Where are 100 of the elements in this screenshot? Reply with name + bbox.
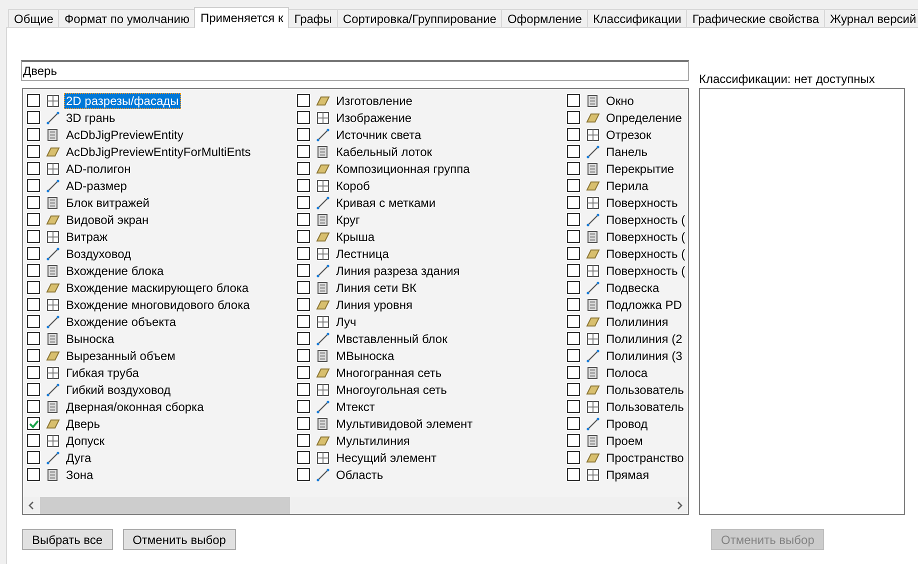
checkbox[interactable] [27,332,40,345]
object-type-label[interactable]: Лестница [334,246,391,262]
checkbox[interactable] [567,162,580,175]
checkbox[interactable] [27,366,40,379]
object-type-label[interactable]: Перекрытие [604,160,676,176]
tab[interactable]: Сортировка/Группирование [336,9,502,27]
checkbox[interactable] [297,281,310,294]
object-type-label[interactable]: Линия разреза здания [334,262,462,278]
object-type-label[interactable]: Многоугольная сеть [334,382,449,398]
object-type-label[interactable]: Многогранная сеть [334,364,444,380]
object-type-label[interactable]: 2D разрезы/фасады [64,92,181,108]
object-type-label[interactable]: Пользователь [604,398,686,414]
checkbox[interactable] [297,94,310,107]
object-type-label[interactable]: Поверхность ( [604,246,688,262]
object-type-label[interactable]: Поверхность [604,194,680,210]
object-type-label[interactable]: Изготовление [334,92,414,108]
object-type-label[interactable]: Круг [334,212,362,228]
object-type-label[interactable]: Изображение [334,110,414,126]
checkbox[interactable] [567,128,580,141]
checkbox[interactable] [297,332,310,345]
checkbox[interactable] [567,94,580,107]
checkbox[interactable] [567,111,580,124]
object-type-label[interactable]: Выноска [64,330,116,346]
object-type-label[interactable]: Прямая [604,466,652,482]
checkbox[interactable] [567,468,580,481]
object-type-label[interactable]: Витраж [64,228,110,244]
checkbox[interactable] [567,400,580,413]
object-type-label[interactable]: Дверь [64,416,102,432]
object-type-label[interactable]: Определение [604,110,684,126]
checkbox[interactable] [27,247,40,260]
object-type-label[interactable]: AD-полигон [64,160,133,176]
object-type-label[interactable]: Допуск [64,432,107,448]
object-type-label[interactable]: Провод [604,416,650,432]
object-type-label[interactable]: Мультивидовой элемент [334,416,475,432]
object-type-label[interactable]: Подвеска [604,280,662,296]
object-type-label[interactable]: Область [334,466,386,482]
button[interactable]: Отменить выбор [122,529,236,550]
checkbox[interactable] [567,451,580,464]
object-type-label[interactable]: Вырезанный объем [64,348,178,364]
object-type-label[interactable]: Поверхность ( [604,262,688,278]
object-type-label[interactable]: Поверхность ( [604,212,688,228]
checkbox[interactable] [567,145,580,158]
object-type-label[interactable]: Вхождение маскирующего блока [64,280,251,296]
checkbox[interactable] [27,145,40,158]
checkbox[interactable] [567,298,580,311]
object-type-label[interactable]: Источник света [334,126,424,142]
object-type-label[interactable]: Окно [604,92,636,108]
checkbox[interactable] [297,366,310,379]
tab[interactable]: Классификации [586,9,688,27]
object-type-label[interactable]: Линия уровня [334,296,414,312]
checkbox[interactable] [567,179,580,192]
object-type-label[interactable]: Вхождение многовидового блока [64,296,252,312]
object-type-label[interactable]: Полилиния (2 [604,330,684,346]
checkbox[interactable] [567,366,580,379]
object-type-label[interactable]: Полилиния (3 [604,348,684,364]
checkbox[interactable] [297,145,310,158]
object-type-label[interactable]: Кривая с метками [334,194,438,210]
checkbox[interactable] [297,196,310,209]
checkbox[interactable] [297,179,310,192]
tab[interactable]: Применяется к [194,7,290,28]
checkbox[interactable] [27,162,40,175]
checkbox[interactable] [27,315,40,328]
object-type-label[interactable]: Зона [64,466,96,482]
tab[interactable]: Формат по умолчанию [58,9,196,27]
object-type-label[interactable]: Отрезок [604,126,654,142]
object-type-label[interactable]: Полилиния [604,314,670,330]
checkbox[interactable] [27,349,40,362]
checkbox[interactable] [27,111,40,124]
checkbox[interactable] [297,247,310,260]
checkbox[interactable] [567,213,580,226]
object-type-label[interactable]: Линия сети ВК [334,280,419,296]
object-type-label[interactable]: Проем [604,432,645,448]
object-type-label[interactable]: Панель [604,144,650,160]
checkbox[interactable] [27,196,40,209]
checkbox[interactable] [27,264,40,277]
checkbox[interactable] [567,281,580,294]
object-type-label[interactable]: Пространство [604,450,686,466]
object-type-label[interactable]: Вхождение объекта [64,314,178,330]
checkbox[interactable] [567,230,580,243]
object-type-label[interactable]: AcDbJigPreviewEntityForMultiEnts [64,144,253,160]
checkbox[interactable] [27,451,40,464]
checkbox[interactable] [567,332,580,345]
object-type-label[interactable]: Дуга [64,450,94,466]
checkbox[interactable] [297,162,310,175]
object-type-label[interactable]: Несущий элемент [334,450,439,466]
checkbox[interactable] [297,111,310,124]
object-type-label[interactable]: Блок витражей [64,194,152,210]
checkbox[interactable] [27,213,40,226]
checkbox[interactable] [297,417,310,430]
checkbox[interactable] [567,383,580,396]
object-type-label[interactable]: Пользователь [604,382,686,398]
object-type-label[interactable]: Дверная/оконная сборка [64,398,206,414]
checkbox[interactable] [297,349,310,362]
checkbox[interactable] [567,264,580,277]
tab[interactable]: Графы [288,9,338,27]
checkbox[interactable] [27,468,40,481]
checkbox[interactable] [297,434,310,447]
object-type-label[interactable]: Гибкая труба [64,364,141,380]
object-type-label[interactable]: Поверхность ( [604,228,688,244]
checkbox[interactable] [27,128,40,141]
